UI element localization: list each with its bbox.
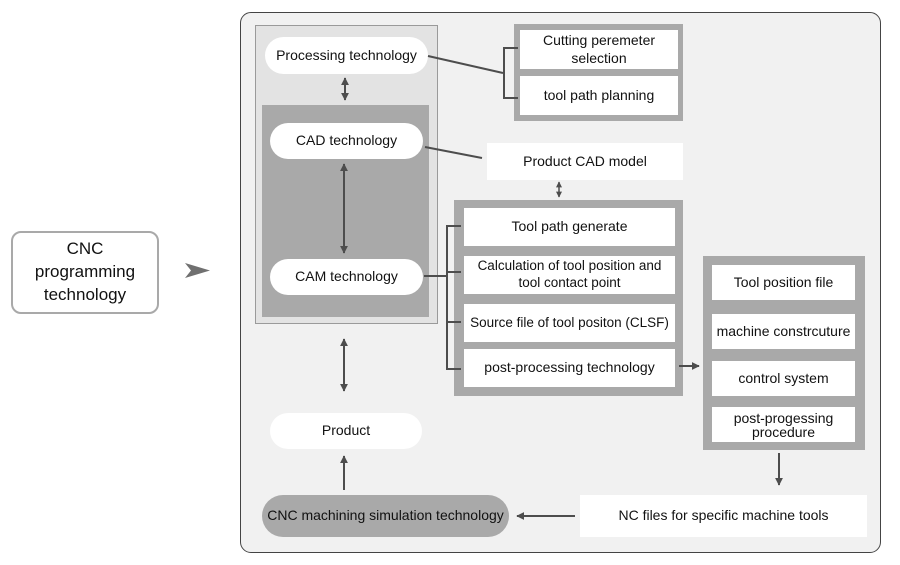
cam-bracket	[446, 225, 461, 370]
cad-link	[424, 146, 483, 159]
processing-link	[427, 55, 504, 74]
processing-bracket	[503, 47, 518, 99]
connectors	[340, 47, 783, 520]
